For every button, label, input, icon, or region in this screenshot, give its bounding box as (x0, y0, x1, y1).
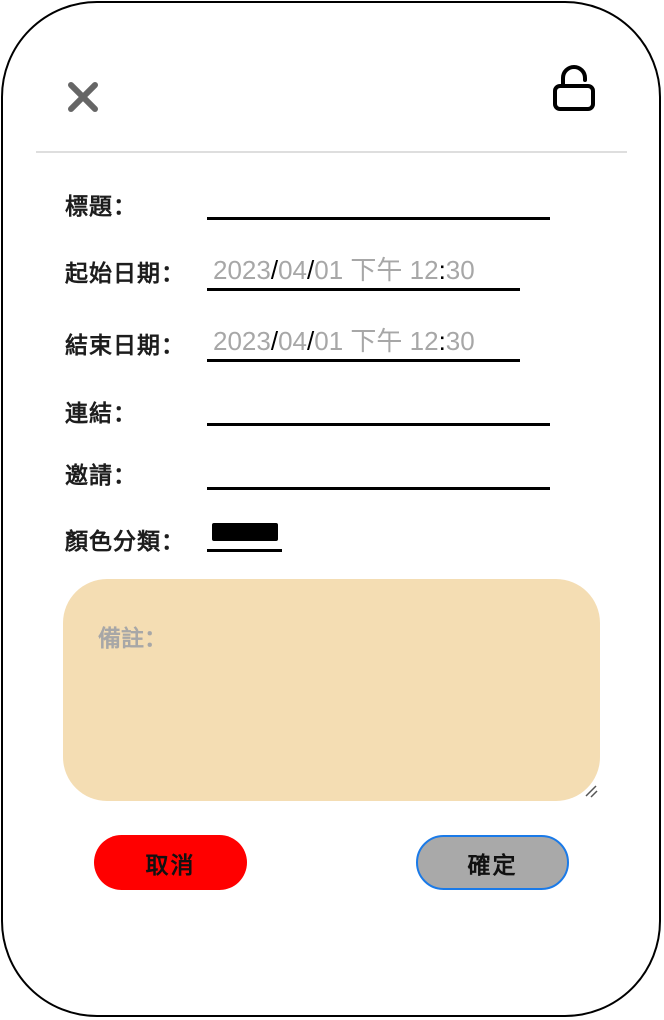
unlock-icon[interactable] (551, 64, 597, 112)
start-ampm: 下午 (350, 255, 403, 285)
note-placeholder: 備註： (98, 626, 167, 652)
start-month: 04 (278, 255, 307, 285)
title-label: 標題： (65, 194, 137, 220)
start-minute: 30 (445, 255, 475, 285)
start-year: 2023 (213, 255, 271, 285)
invite-input[interactable] (207, 460, 550, 490)
start-hour: 12 (409, 255, 439, 285)
link-input[interactable] (207, 396, 550, 426)
end-minute: 30 (445, 326, 475, 356)
resize-handle-icon[interactable] (583, 783, 599, 799)
end-datetime-input[interactable]: 2023/04/01 下午 12:30 (207, 322, 520, 362)
start-date-label: 起始日期： (65, 261, 185, 287)
header-divider (36, 151, 627, 153)
title-input[interactable] (207, 190, 550, 220)
end-day: 01 (314, 326, 344, 356)
end-year: 2023 (213, 326, 271, 356)
color-swatch (212, 523, 278, 541)
confirm-button[interactable]: 確定 (416, 835, 569, 890)
end-ampm: 下午 (350, 326, 403, 356)
end-month: 04 (278, 326, 307, 356)
invite-label: 邀請： (65, 463, 137, 489)
note-textarea[interactable]: 備註： (63, 579, 600, 801)
start-day: 01 (314, 255, 344, 285)
close-icon[interactable] (66, 80, 100, 114)
link-label: 連結： (65, 401, 137, 427)
color-category-label: 顏色分類： (65, 529, 185, 555)
cancel-button[interactable]: 取消 (94, 835, 247, 890)
color-picker[interactable] (207, 518, 282, 552)
start-datetime-input[interactable]: 2023/04/01 下午 12:30 (207, 251, 520, 291)
end-date-label: 結束日期： (65, 333, 185, 359)
end-hour: 12 (409, 326, 439, 356)
